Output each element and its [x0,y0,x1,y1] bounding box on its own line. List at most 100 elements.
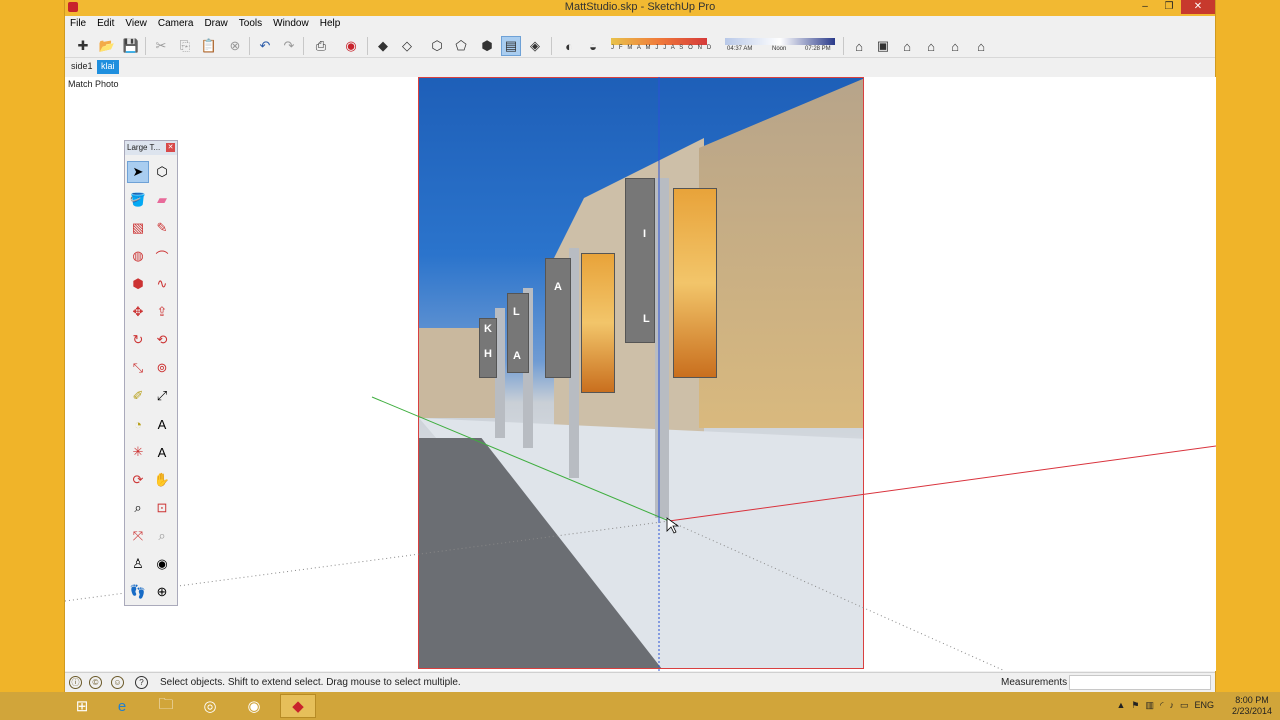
menu-window[interactable]: Window [268,16,315,32]
polygon-icon[interactable]: ⬢ [127,273,149,295]
minimize-button[interactable]: – [1133,0,1157,14]
save-icon[interactable]: 💾 [121,36,141,56]
scale-icon[interactable]: ⤡ [127,357,149,379]
line-icon[interactable]: ✎ [151,217,173,239]
paint-bucket-icon[interactable]: 🪣 [127,189,149,211]
components-icon[interactable]: ▣ [873,36,893,56]
copy-icon[interactable]: ⎘ [175,36,195,56]
maximize-button[interactable]: ❐ [1157,0,1181,14]
text-icon[interactable]: A [151,413,173,435]
file-explorer-icon[interactable]: 🗀 [148,694,184,718]
geolocation-icon[interactable]: ⓘ [69,676,82,689]
flag-icon[interactable]: ⚑ [1131,700,1139,711]
walk-icon[interactable]: 👣 [127,581,149,603]
move-icon[interactable]: ✥ [127,301,149,323]
palette-close-icon[interactable]: ✕ [166,143,175,152]
sign-banner [625,178,655,343]
volume-icon[interactable]: ♪ [1169,700,1174,711]
circle-icon[interactable]: ◍ [127,245,149,267]
model-info-icon[interactable]: ◉ [341,36,361,56]
pan-icon[interactable]: ✋ [151,469,173,491]
menu-draw[interactable]: Draw [199,16,233,32]
zoom-window-icon[interactable]: ⊡ [151,497,173,519]
eraser-icon[interactable]: ▰ [151,189,173,211]
orbit-icon[interactable]: ⟳ [127,469,149,491]
print-icon[interactable]: ⎙ [311,36,331,56]
make-component-icon[interactable]: ⬡ [151,161,173,183]
position-camera-icon[interactable]: ♙ [127,553,149,575]
front-view-icon[interactable]: ⬡ [427,36,447,56]
tray-chevron-icon[interactable]: ▲ [1116,700,1125,711]
menu-view[interactable]: View [120,16,153,32]
fog-icon[interactable]: ◒ [583,36,603,56]
rotate-icon[interactable]: ↻ [127,329,149,351]
undo-icon[interactable]: ↶ [255,36,275,56]
language-indicator[interactable]: ENG [1194,700,1214,711]
shadows-icon[interactable]: ◐ [559,36,579,56]
arc-icon[interactable]: ⌒ [151,245,173,267]
left-view-icon[interactable]: ▤ [501,36,521,56]
follow-me-icon[interactable]: ⟲ [151,329,173,351]
menu-file[interactable]: File [65,16,92,32]
top-view-icon[interactable]: ◇ [397,36,417,56]
banner-letter: A [513,350,521,362]
bottom-view-icon[interactable]: ◈ [525,36,545,56]
measurements-input[interactable] [1069,675,1211,690]
back-view-icon[interactable]: ⬢ [477,36,497,56]
status-message: Select objects. Shift to extend select. … [160,677,461,688]
right-view-icon[interactable]: ⬠ [451,36,471,56]
clock[interactable]: 8:00 PM 2/23/2014 [1232,695,1272,717]
drawing-viewport[interactable]: Match Photo K L A I L A H Large T... ✕ ➤… [65,77,1216,671]
menu-help[interactable]: Help [315,16,347,32]
iso-view-icon[interactable]: ◆ [373,36,393,56]
axes-icon[interactable]: ✳ [127,441,149,463]
open-icon[interactable]: 📂 [97,36,117,56]
protractor-icon[interactable]: ◔ [127,413,149,435]
zoom-icon[interactable]: ⌕ [127,497,149,519]
sketchup-icon[interactable]: ◆ [280,694,316,718]
erase-icon[interactable]: ⊗ [225,36,245,56]
house-icon[interactable]: ⌂ [897,36,917,56]
shadow-month-slider[interactable] [611,38,707,45]
close-button[interactable]: ✕ [1181,0,1215,14]
menu-camera[interactable]: Camera [153,16,200,32]
title-bar[interactable]: MattStudio.skp - SketchUp Pro – ❐ ✕ [65,0,1215,16]
media-player-icon[interactable]: ◉ [236,694,272,718]
share-icon[interactable]: ⌂ [921,36,941,56]
house-outline-icon[interactable]: ⌂ [945,36,965,56]
palette-header[interactable]: Large T... ✕ [125,141,177,155]
tape-measure-icon[interactable]: ✐ [127,385,149,407]
banner-letter: I [643,228,647,240]
rectangle-icon[interactable]: ▧ [127,217,149,239]
3d-text-icon[interactable]: A [151,441,173,463]
menu-edit[interactable]: Edit [92,16,120,32]
redo-icon[interactable]: ↷ [279,36,299,56]
new-icon[interactable]: ✚ [73,36,93,56]
push-pull-icon[interactable]: ⇪ [151,301,173,323]
previous-view-icon[interactable]: ⌕ [151,525,173,547]
windows-start-icon[interactable]: ⊞ [64,694,100,718]
internet-explorer-icon[interactable]: e [104,694,140,718]
paste-icon[interactable]: 📋 [199,36,219,56]
user-icon[interactable]: ☺ [111,676,124,689]
menu-tools[interactable]: Tools [234,16,268,32]
offset-icon[interactable]: ⊚ [151,357,173,379]
freehand-icon[interactable]: ∿ [151,273,173,295]
shadow-time-slider[interactable] [725,38,835,45]
section-plane-icon[interactable]: ⊕ [151,581,173,603]
warehouse-icon[interactable]: ⌂ [849,36,869,56]
battery-icon[interactable]: ▭ [1180,700,1189,711]
wifi-icon[interactable]: ◜ [1160,700,1164,711]
cut-icon[interactable]: ✂ [151,36,171,56]
help-icon[interactable]: ? [135,676,148,689]
credits-icon[interactable]: © [89,676,102,689]
zoom-extents-icon[interactable]: ⤧ [127,525,149,547]
network-icon[interactable]: ▥ [1145,700,1154,711]
look-around-icon[interactable]: ◉ [151,553,173,575]
chrome-icon[interactable]: ◎ [192,694,228,718]
extension-icon[interactable]: ⌂ [971,36,991,56]
select-icon[interactable]: ➤ [127,161,149,183]
dimension-icon[interactable]: ⤢ [151,385,173,407]
scene-tab-klai[interactable]: klai [97,60,119,74]
scene-tab-side1[interactable]: side1 [67,60,97,74]
